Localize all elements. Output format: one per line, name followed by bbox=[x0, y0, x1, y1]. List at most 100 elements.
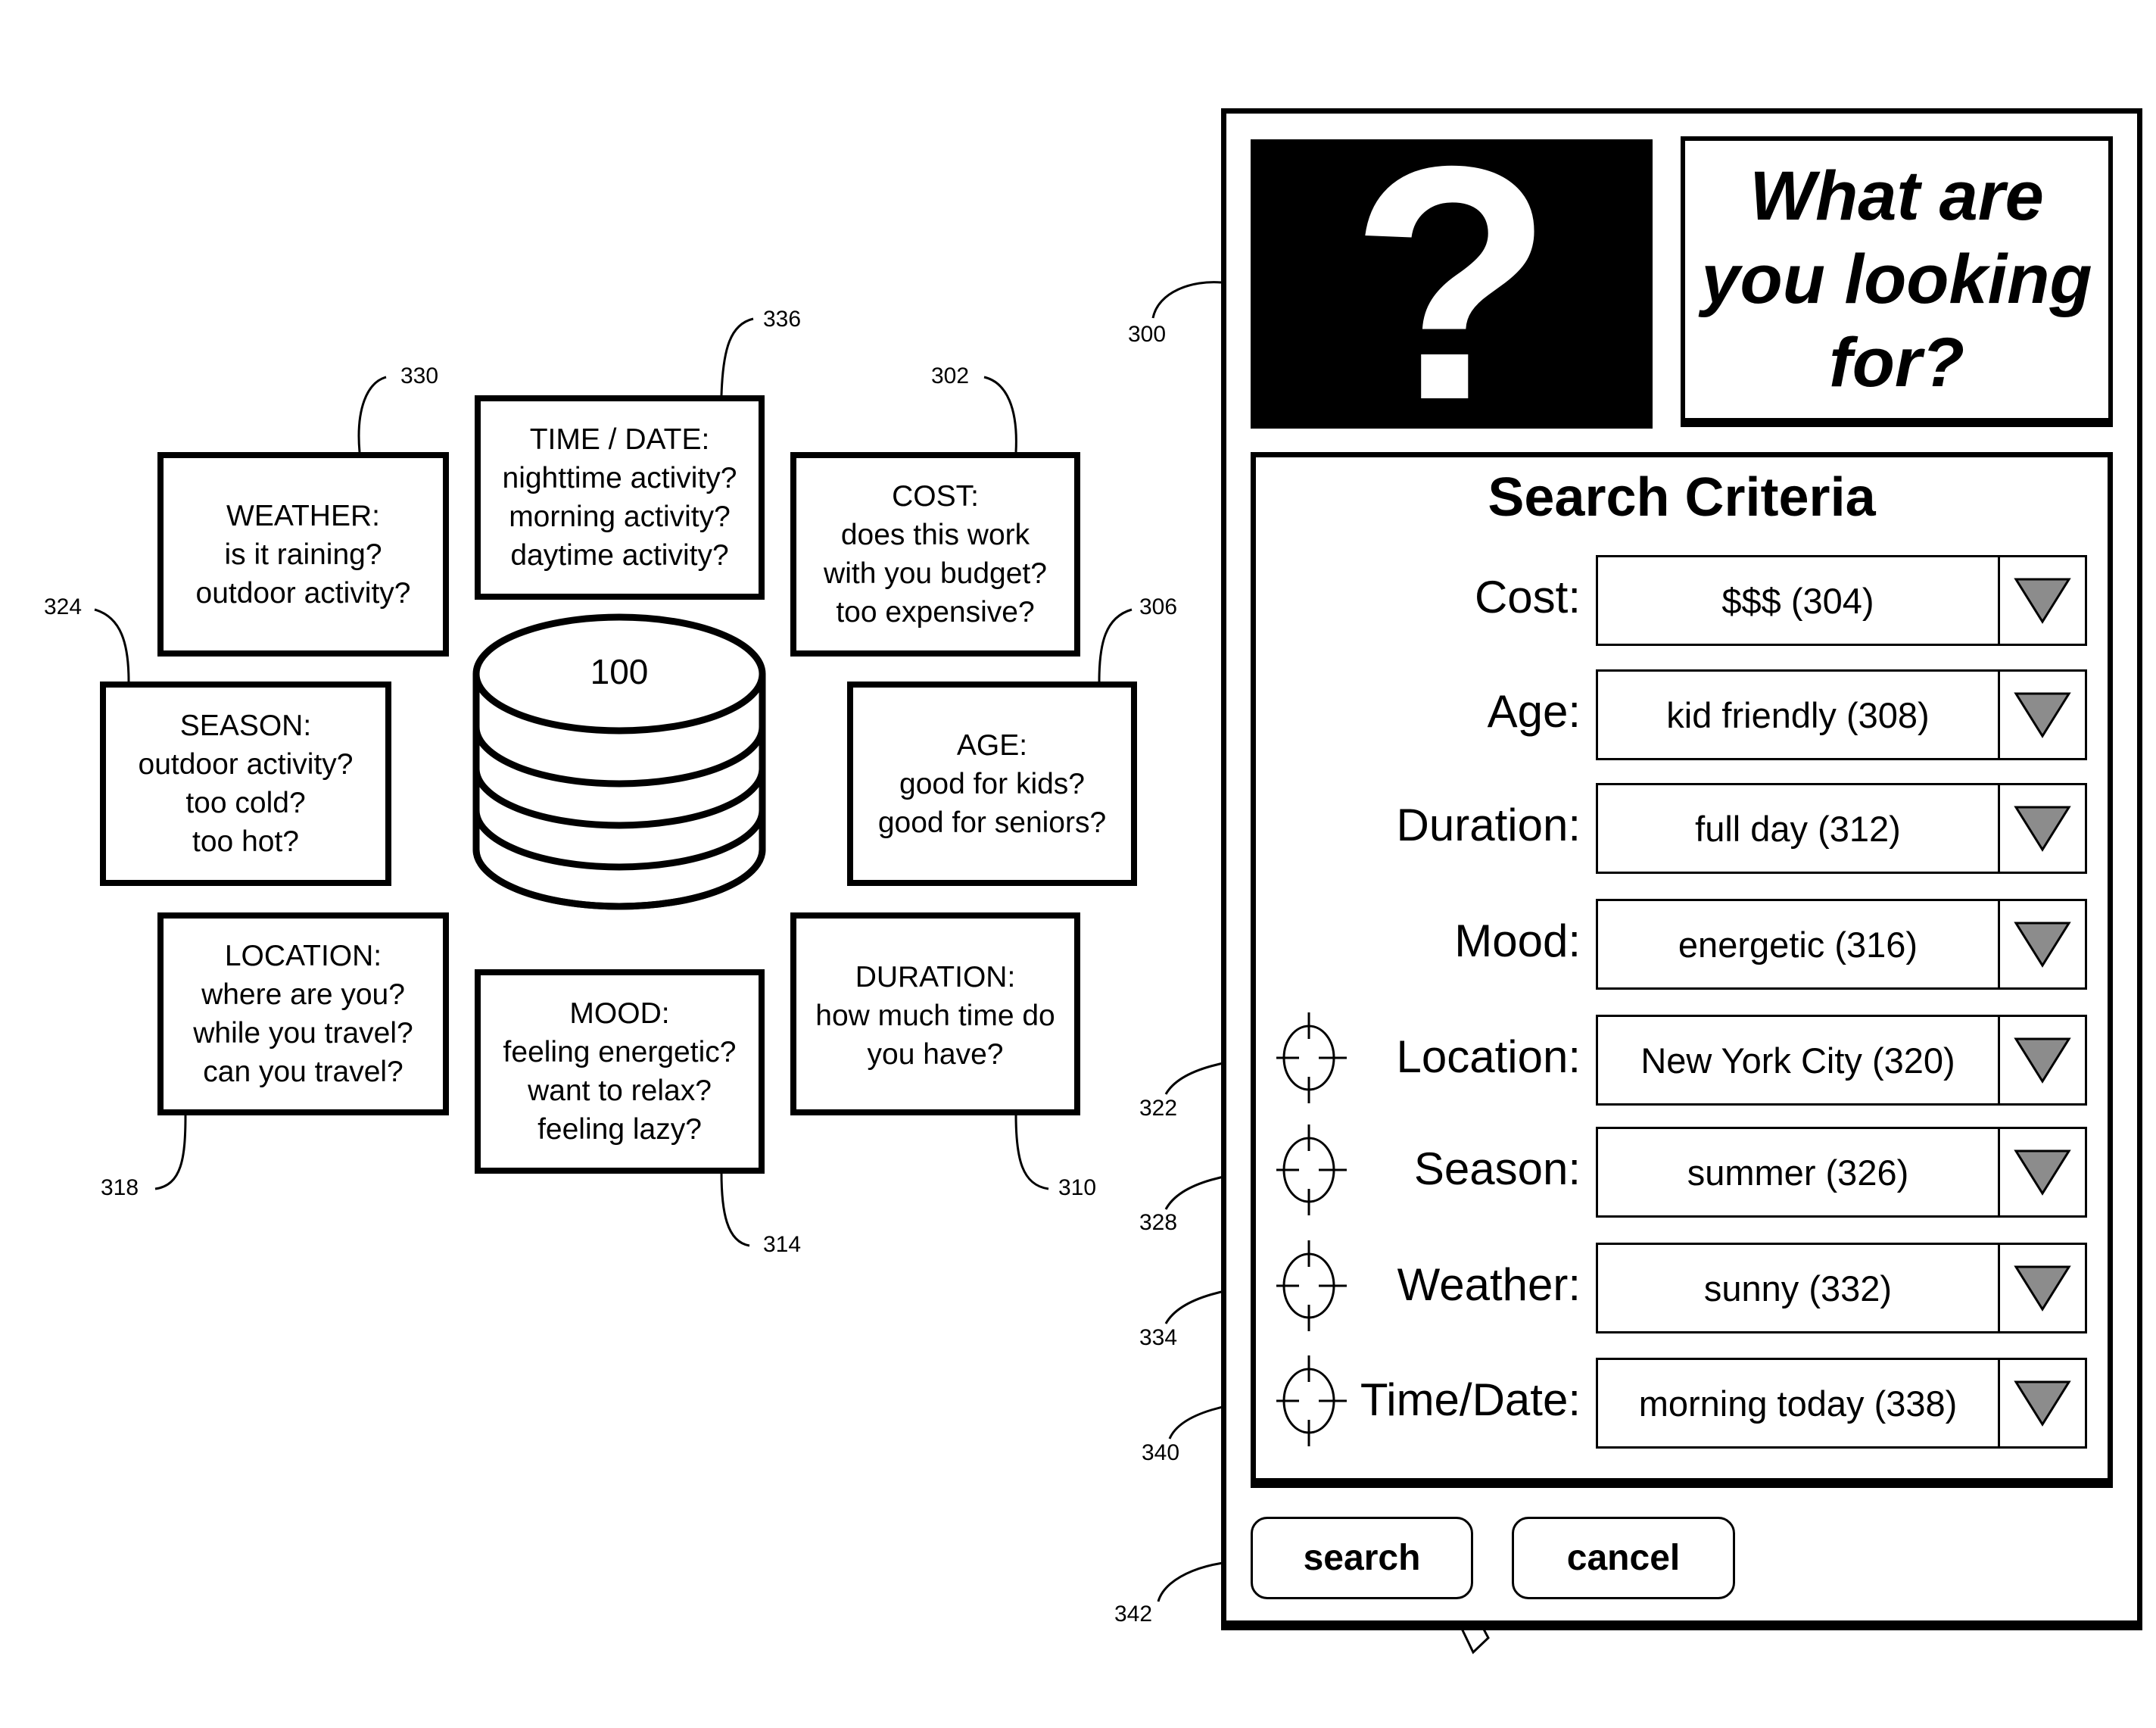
dropdown-value[interactable]: kid friendly (308) bbox=[1598, 672, 2000, 758]
cancel-button[interactable]: cancel bbox=[1512, 1517, 1735, 1599]
triangle-down-icon bbox=[2014, 1037, 2071, 1084]
criteria-dropdown[interactable]: energetic (316) bbox=[1596, 899, 2087, 990]
criteria-label: Duration: bbox=[1396, 800, 1581, 850]
triangle-down-icon bbox=[2014, 1265, 2071, 1312]
category-line: does this work bbox=[840, 519, 1030, 551]
ref-numeral: 314 bbox=[763, 1232, 802, 1257]
category-line: daytime activity? bbox=[510, 539, 729, 572]
leader-line-336 bbox=[720, 317, 754, 396]
dropdown-value[interactable]: morning today (338) bbox=[1598, 1360, 2000, 1446]
criteria-dropdown[interactable]: morning today (338) bbox=[1596, 1358, 2087, 1449]
category-box-season: SEASON: outdoor activity? too cold? too … bbox=[100, 682, 391, 886]
criteria-dropdown[interactable]: New York City (320) bbox=[1596, 1015, 2087, 1106]
category-box-location: LOCATION: where are you? while you trave… bbox=[157, 912, 449, 1115]
leader-line-300 bbox=[1151, 281, 1222, 319]
leader-line-310 bbox=[1014, 1114, 1049, 1190]
criteria-label: Mood: bbox=[1454, 915, 1581, 966]
dropdown-arrow-button[interactable] bbox=[2000, 901, 2085, 987]
category-line: outdoor activity? bbox=[138, 748, 354, 781]
ref-numeral: 324 bbox=[44, 594, 83, 619]
ref-numeral: 302 bbox=[931, 363, 970, 388]
category-line: outdoor activity? bbox=[195, 576, 411, 610]
category-title: MOOD: bbox=[569, 997, 670, 1030]
category-line: good for kids? bbox=[899, 767, 1085, 800]
criteria-dropdown[interactable]: summer (326) bbox=[1596, 1127, 2087, 1218]
dropdown-value[interactable]: energetic (316) bbox=[1598, 901, 2000, 987]
ref-numeral: 300 bbox=[1128, 322, 1167, 347]
leader-line-318 bbox=[154, 1114, 187, 1190]
leader-line-314 bbox=[720, 1171, 750, 1247]
ref-numeral: 342 bbox=[1114, 1602, 1153, 1627]
crosshair-locate-icon[interactable] bbox=[1273, 1355, 1348, 1450]
dropdown-value[interactable]: full day (312) bbox=[1598, 785, 2000, 872]
category-line: too hot? bbox=[192, 825, 299, 858]
criteria-label: Age: bbox=[1487, 686, 1581, 737]
prompt-title-line: you looking bbox=[1701, 241, 2092, 318]
category-box-mood: MOOD: feeling energetic? want to relax? … bbox=[475, 969, 765, 1174]
ref-numeral: 310 bbox=[1058, 1175, 1097, 1200]
criteria-dropdown[interactable]: sunny (332) bbox=[1596, 1243, 2087, 1333]
search-button[interactable]: search bbox=[1251, 1517, 1473, 1599]
dropdown-value[interactable]: New York City (320) bbox=[1598, 1017, 2000, 1103]
ref-numeral: 322 bbox=[1139, 1096, 1178, 1121]
category-line: too expensive? bbox=[836, 596, 1035, 629]
question-mark-icon: ? bbox=[1251, 117, 1653, 451]
ref-numeral: 328 bbox=[1139, 1210, 1178, 1235]
dropdown-arrow-button[interactable] bbox=[2000, 557, 2085, 644]
leader-line-324 bbox=[94, 608, 130, 682]
criteria-title: Search Criteria bbox=[1488, 467, 1876, 528]
category-line: feeling energetic? bbox=[503, 1036, 737, 1068]
dropdown-arrow-button[interactable] bbox=[2000, 785, 2085, 872]
dropdown-value[interactable]: sunny (332) bbox=[1598, 1245, 2000, 1331]
ref-numeral: 306 bbox=[1139, 594, 1178, 619]
category-line: is it raining? bbox=[224, 538, 382, 571]
category-box-cost: COST: does this work with you budget? to… bbox=[790, 452, 1080, 657]
category-title: DURATION: bbox=[855, 961, 1016, 993]
leader-line-302 bbox=[983, 376, 1017, 453]
category-line: nighttime activity? bbox=[502, 462, 737, 494]
category-box-time-date: TIME / DATE: nighttime activity? morning… bbox=[475, 395, 765, 600]
question-glyph: ? bbox=[1350, 98, 1553, 469]
category-line: with you budget? bbox=[824, 557, 1047, 590]
dropdown-arrow-button[interactable] bbox=[2000, 1245, 2085, 1331]
triangle-down-icon bbox=[2014, 1380, 2071, 1427]
category-line: can you travel? bbox=[203, 1056, 403, 1088]
category-line: how much time do bbox=[815, 1000, 1055, 1032]
dropdown-value[interactable]: $$$ (304) bbox=[1598, 557, 2000, 644]
dropdown-value[interactable]: summer (326) bbox=[1598, 1129, 2000, 1215]
category-title: AGE: bbox=[956, 728, 1028, 762]
prompt-title-line: for? bbox=[1829, 324, 1964, 401]
criteria-dropdown[interactable]: kid friendly (308) bbox=[1596, 669, 2087, 760]
crosshair-locate-icon[interactable] bbox=[1273, 1124, 1348, 1219]
category-title: COST: bbox=[892, 480, 979, 513]
category-box-duration: DURATION: how much time do you have? bbox=[790, 912, 1080, 1115]
triangle-down-icon bbox=[2014, 806, 2071, 852]
crosshair-locate-icon[interactable] bbox=[1273, 1240, 1348, 1335]
category-title: TIME / DATE: bbox=[529, 423, 710, 456]
category-title: SEASON: bbox=[179, 710, 312, 742]
category-line: while you travel? bbox=[193, 1017, 413, 1050]
database-label: 100 bbox=[590, 652, 649, 691]
criteria-label: Cost: bbox=[1474, 572, 1581, 622]
category-line: you have? bbox=[867, 1038, 1004, 1071]
leader-line-330 bbox=[357, 376, 387, 453]
dropdown-arrow-button[interactable] bbox=[2000, 1129, 2085, 1215]
criteria-dropdown[interactable]: full day (312) bbox=[1596, 783, 2087, 874]
dropdown-arrow-button[interactable] bbox=[2000, 1360, 2085, 1446]
triangle-down-icon bbox=[2014, 578, 2071, 624]
ref-numeral: 330 bbox=[400, 363, 439, 388]
category-line: feeling lazy? bbox=[537, 1113, 702, 1146]
category-line: good for seniors? bbox=[877, 806, 1107, 839]
category-line: where are you? bbox=[201, 978, 405, 1011]
triangle-down-icon bbox=[2014, 1149, 2071, 1196]
crosshair-locate-icon[interactable] bbox=[1273, 1012, 1348, 1107]
category-title: LOCATION: bbox=[224, 940, 382, 972]
category-line: too cold? bbox=[185, 787, 306, 819]
prompt-title-line: What are bbox=[1749, 158, 2044, 235]
dropdown-arrow-button[interactable] bbox=[2000, 672, 2085, 758]
criteria-dropdown[interactable]: $$$ (304) bbox=[1596, 555, 2087, 646]
prompt-title-box: What are you looking for? bbox=[1681, 136, 2113, 427]
category-title: WEATHER: bbox=[226, 499, 380, 532]
dropdown-arrow-button[interactable] bbox=[2000, 1017, 2085, 1103]
triangle-down-icon bbox=[2014, 692, 2071, 738]
